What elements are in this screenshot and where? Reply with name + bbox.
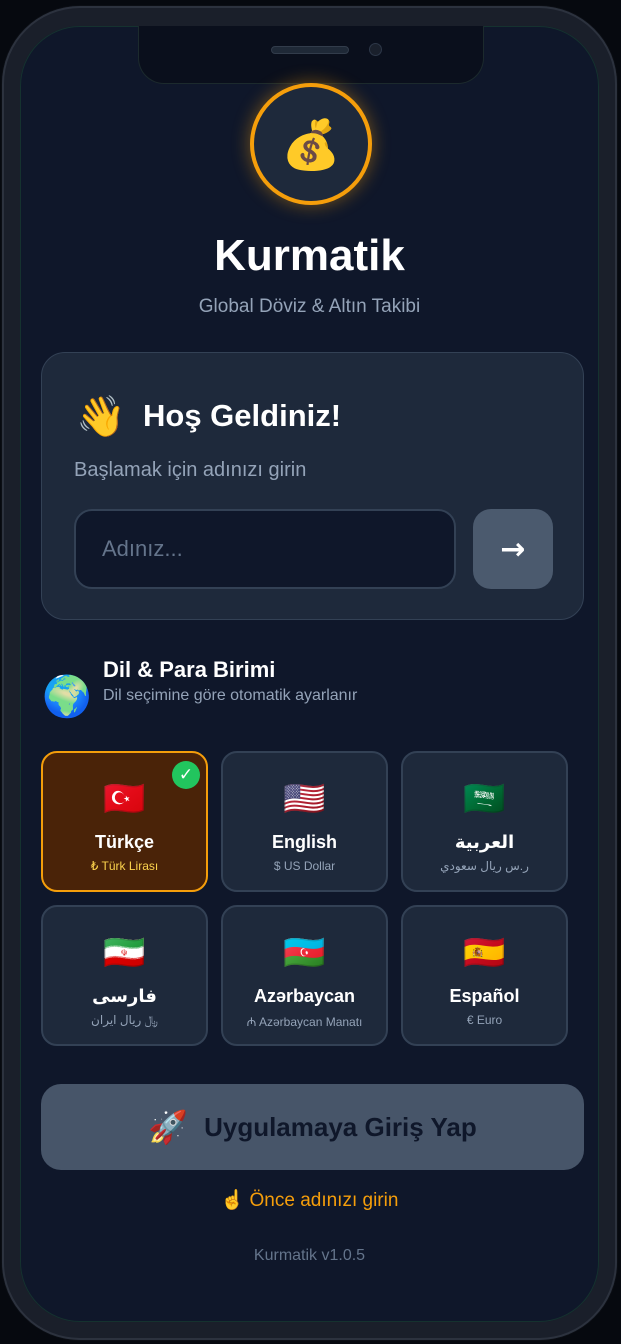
flag-azerbaijan-icon: 🇦🇿 <box>283 934 326 972</box>
language-grid: ✓ 🇹🇷 Türkçe ₺ Türk Lirası 🇺🇸 English $ U… <box>41 751 571 1047</box>
app-screen: 💰 Kurmatik Global Döviz & Altın Takibi 👋… <box>20 26 599 1322</box>
app-title: Kurmatik <box>214 231 405 280</box>
flag-turkey-icon: 🇹🇷 <box>103 780 146 818</box>
app-logo: 💰 <box>250 83 372 205</box>
money-bag-icon: 💰 <box>281 118 341 172</box>
name-required-hint: ☝️ Önce adınızı girin <box>220 1190 399 1211</box>
language-option-persian[interactable]: 🇮🇷 فارسی ﷼ ریال ایران <box>41 905 208 1046</box>
language-option-arabic[interactable]: 🇸🇦 العربية ر.س ريال سعودي <box>401 751 568 892</box>
arrow-right-icon: → <box>500 531 526 567</box>
currency-label: € Euro <box>466 1013 503 1027</box>
name-submit-button[interactable]: → <box>473 509 553 589</box>
language-name: العربية <box>454 832 515 852</box>
rocket-icon: 🚀 <box>148 1109 189 1145</box>
flag-spain-icon: 🇪🇸 <box>463 934 506 972</box>
app-subtitle: Global Döviz & Altın Takibi <box>198 296 421 317</box>
language-section-subtitle: Dil seçimine göre otomatik ayarlanır <box>103 687 358 704</box>
language-option-spanish[interactable]: 🇪🇸 Español € Euro <box>401 905 568 1046</box>
language-name: Azərbaycan <box>253 986 356 1006</box>
waving-hand-icon: 👋 <box>76 395 126 439</box>
enter-app-label: Uygulamaya Giriş Yap <box>204 1111 477 1142</box>
language-option-azerbaijani[interactable]: 🇦🇿 Azərbaycan ₼ Azərbaycan Manatı <box>221 905 388 1046</box>
currency-label: ₺ Türk Lirası <box>90 859 159 873</box>
language-name: Español <box>449 986 520 1006</box>
welcome-title: Hoş Geldiniz! <box>143 398 342 433</box>
phone-frame: 💰 Kurmatik Global Döviz & Altın Takibi 👋… <box>2 6 617 1340</box>
welcome-card: 👋 Hoş Geldiniz! Başlamak için adınızı gi… <box>41 352 584 620</box>
flag-usa-icon: 🇺🇸 <box>283 780 326 818</box>
language-name: English <box>271 832 337 852</box>
language-name: Türkçe <box>94 832 155 852</box>
welcome-subtitle: Başlamak için adınızı girin <box>74 459 307 481</box>
globe-icon: 🌍 <box>42 675 92 719</box>
name-input[interactable] <box>74 509 456 589</box>
currency-label: ﷼ ریال ایران <box>91 1013 158 1027</box>
notch <box>138 26 484 84</box>
flag-saudi-arabia-icon: 🇸🇦 <box>463 780 506 818</box>
flag-iran-icon: 🇮🇷 <box>103 934 146 972</box>
enter-app-button[interactable]: 🚀 Uygulamaya Giriş Yap <box>41 1084 584 1170</box>
currency-label: $ US Dollar <box>273 859 336 873</box>
language-name: فارسی <box>92 986 157 1006</box>
currency-label: ₼ Azərbaycan Manatı <box>246 1015 363 1029</box>
language-section-title: Dil & Para Birimi <box>103 657 276 682</box>
currency-label: ر.س ريال سعودي <box>440 859 529 873</box>
speaker <box>271 46 349 54</box>
language-option-turkish[interactable]: ✓ 🇹🇷 Türkçe ₺ Türk Lirası <box>41 751 208 892</box>
front-camera <box>369 43 382 56</box>
language-option-english[interactable]: 🇺🇸 English $ US Dollar <box>221 751 388 892</box>
app-version: Kurmatik v1.0.5 <box>253 1247 366 1264</box>
